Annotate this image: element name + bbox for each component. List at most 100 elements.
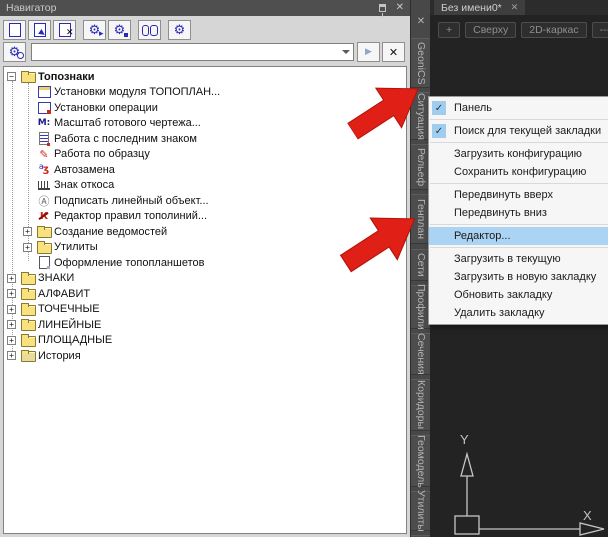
expand-icon[interactable]: + (7, 336, 16, 345)
expand-icon[interactable]: + (7, 305, 16, 314)
viewport-maximize-button[interactable]: + (438, 22, 460, 38)
expand-icon[interactable]: + (7, 351, 16, 360)
tree-item-ploschadnye[interactable]: + ПЛОЩАДНЫЕ (4, 333, 406, 349)
history-icon (20, 349, 36, 363)
menu-icon-space (432, 252, 446, 266)
folder-icon (20, 318, 36, 332)
menu-item-editor[interactable]: Редактор... (429, 227, 608, 245)
auto-find-button[interactable] (3, 42, 26, 62)
tree-item-istoriya[interactable]: +История (4, 348, 406, 364)
menu-icon-space (432, 165, 446, 179)
tree-item-last-sign[interactable]: Работа с последним знаком (4, 131, 406, 147)
tree-item-autoreplace-label: Автозамена (54, 164, 115, 176)
menu-item-load-configuration[interactable]: Загрузить конфигурацию (429, 145, 608, 163)
expand-icon[interactable]: + (23, 227, 32, 236)
tab-secheniya[interactable]: Сечения (411, 333, 430, 375)
menu-item-move-down-label: Передвинуть вниз (454, 207, 547, 219)
tree-item-module-settings-label: Установки модуля ТОПОПЛАН... (54, 86, 220, 98)
tree-item-lineynye-label: ЛИНЕЙНЫЕ (38, 319, 101, 331)
run-operation-button[interactable] (83, 20, 106, 40)
menu-item-load-into-new-tab[interactable]: Загрузить в новую закладку (429, 268, 608, 286)
close-icon[interactable] (396, 3, 404, 13)
tree-item-by-sample-label: Работа по образцу (54, 148, 150, 160)
ucs-y-label: Y (460, 432, 469, 447)
document-tab-label: Без имени0* (441, 2, 502, 14)
gear-run-icon (87, 23, 103, 37)
close-icon[interactable] (511, 3, 519, 12)
clear-search-button[interactable] (382, 42, 405, 62)
folder-icon (36, 225, 52, 239)
new-document-button[interactable] (3, 20, 26, 40)
tree-item-drawing-scale-label: Масштаб готового чертежа... (54, 117, 201, 129)
expand-icon[interactable]: + (7, 274, 16, 283)
save-settings-button[interactable] (108, 20, 131, 40)
tab-geomodel[interactable]: Геомодель (411, 435, 430, 487)
expand-icon[interactable]: + (23, 243, 32, 252)
navigator-titlebar[interactable]: Навигатор (0, 0, 410, 16)
document-tab-bar: Без имени0* (430, 0, 608, 15)
delete-document-button[interactable] (53, 20, 76, 40)
document-tab[interactable]: Без имени0* (434, 0, 525, 15)
menu-item-move-up[interactable]: Передвинуть вверх (429, 186, 608, 204)
menu-item-save-configuration-label: Сохранить конфигурацию (454, 166, 586, 178)
arrow-right-icon (361, 45, 377, 59)
navigator-tree: −ТопознакиУстановки модуля ТОПОПЛАН... Ус… (3, 66, 407, 534)
last-sign-icon (36, 132, 52, 146)
tree-item-topoline-rules-editor-label: Редактор правил тополиний... (54, 210, 207, 222)
tree-item-lineynye[interactable]: + ЛИНЕЙНЫЕ (4, 317, 406, 333)
tab-koridory[interactable]: Коридоры (411, 379, 430, 431)
tree-item-znaki[interactable]: +ЗНАКИ (4, 271, 406, 287)
menu-item-delete-tab[interactable]: Удалить закладку (429, 304, 608, 322)
tree-item-topoline-rules-editor[interactable]: Редактор правил тополиний... (4, 209, 406, 225)
application-window: Навигатор −ТопознакиУстановки модул (0, 0, 608, 537)
viewport-extra-button[interactable]: --- нет св (592, 22, 608, 38)
collapse-icon[interactable]: − (7, 72, 16, 81)
view-direction-button[interactable]: Сверху (465, 22, 516, 38)
pin-icon[interactable] (379, 4, 386, 12)
label-a-icon (36, 194, 52, 208)
menu-item-load-configuration-label: Загрузить конфигурацию (454, 148, 582, 160)
chevron-down-icon[interactable] (339, 44, 353, 60)
tab-utility[interactable]: Утилиты (411, 491, 430, 531)
tree-item-ploschadnye-label: ПЛОЩАДНЫЕ (38, 334, 112, 346)
folder-icon (20, 271, 36, 285)
visual-style-button[interactable]: 2D-каркас (521, 22, 586, 38)
menu-item-search-current-tab[interactable]: ✓Поиск для текущей закладки (429, 122, 608, 140)
navigator-toolbar (3, 20, 407, 40)
search-combobox[interactable] (31, 43, 354, 61)
close-icon[interactable] (411, 15, 430, 29)
find-button[interactable] (138, 20, 161, 40)
menu-item-delete-tab-label: Удалить закладку (454, 307, 545, 319)
tree-item-module-settings[interactable]: Установки модуля ТОПОПЛАН... (4, 85, 406, 101)
menu-item-refresh-tab[interactable]: Обновить закладку (429, 286, 608, 304)
slope-icon (36, 178, 52, 192)
gear-binoculars-icon (7, 45, 23, 59)
ucs-x-label: X (583, 508, 592, 523)
menu-separator (430, 183, 608, 184)
tree-item-label-linear-object[interactable]: Подписать линейный объект... (4, 193, 406, 209)
tree-item-autoreplace[interactable]: Автозамена (4, 162, 406, 178)
search-input[interactable] (32, 45, 339, 59)
expand-icon[interactable]: + (7, 320, 16, 329)
open-document-button[interactable] (28, 20, 51, 40)
tree-item-by-sample[interactable]: Работа по образцу (4, 147, 406, 163)
menu-item-load-into-current[interactable]: Загрузить в текущую (429, 250, 608, 268)
menu-item-move-down[interactable]: Передвинуть вниз (429, 204, 608, 222)
m-scale-icon (36, 116, 52, 130)
settings-button[interactable] (168, 20, 191, 40)
expand-icon[interactable]: + (7, 289, 16, 298)
apply-search-button[interactable] (357, 42, 380, 62)
tree-item-operation-settings-label: Установки операции (54, 102, 158, 114)
tree-item-alfavit[interactable]: +АЛФАВИТ (4, 286, 406, 302)
folder-icon (36, 240, 52, 254)
tree-item-tochechnye[interactable]: +ТОЧЕЧНЫЕ (4, 302, 406, 318)
menu-item-save-configuration[interactable]: Сохранить конфигурацию (429, 163, 608, 181)
tree-item-topoznaki[interactable]: −Топознаки (4, 69, 406, 85)
menu-item-load-into-new-tab-label: Загрузить в новую закладку (454, 271, 596, 283)
menu-item-panel[interactable]: ✓Панель (429, 99, 608, 117)
menu-item-search-current-tab-label: Поиск для текущей закладки (454, 125, 601, 137)
close-icon (386, 45, 402, 59)
menu-separator (430, 247, 608, 248)
gear-save-icon (112, 23, 128, 37)
tree-item-slope-sign[interactable]: Знак откоса (4, 178, 406, 194)
